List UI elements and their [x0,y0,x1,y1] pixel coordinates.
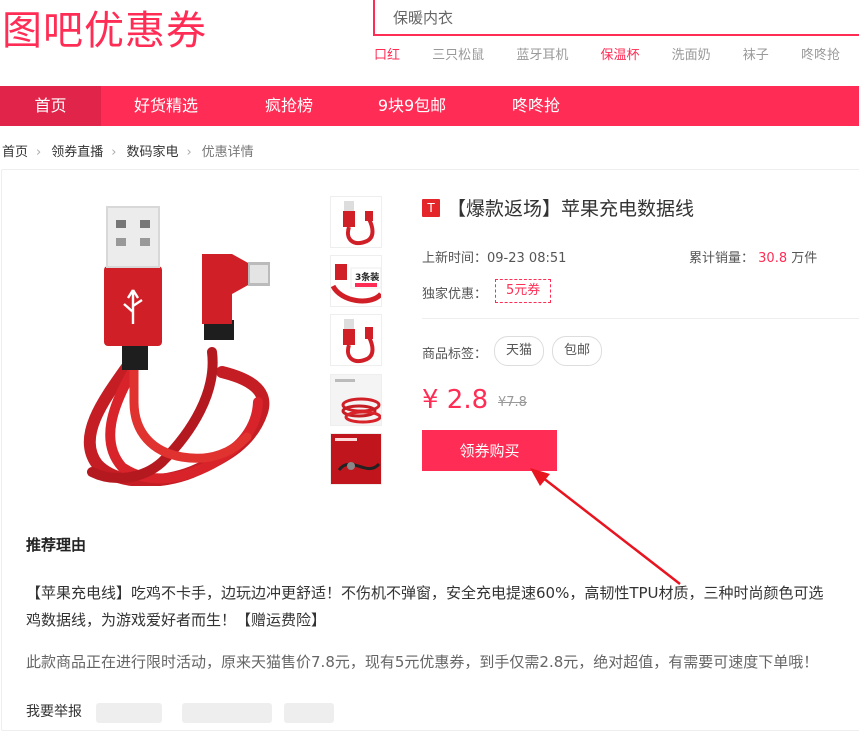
search-box[interactable] [373,0,859,36]
nav-curated[interactable]: 好货精选 [117,86,215,126]
nav-home[interactable]: 首页 [0,86,101,126]
breadcrumb-digital[interactable]: 数码家电 [126,145,178,160]
tag-tmall[interactable]: 天猫 [494,336,545,366]
hotword-dongdongqiang[interactable]: 咚咚抢 [801,44,840,63]
recommend-line-2: 鸡数据线，为游戏爱好者而生！【赠运费险】 [26,611,327,629]
original-price: ¥7.8 [498,395,527,410]
breadcrumb-current: 优惠详情 [201,145,254,160]
sales-value: 30.8 [758,251,788,266]
breadcrumb-home[interactable]: 首页 [2,145,28,160]
product-thumbnail[interactable]: 3条装 [330,255,382,307]
nav-hot-ranking[interactable]: 疯抢榜 [248,86,330,126]
exclusive-label: 独家优惠： [422,287,488,302]
hot-keywords: 口红 三只松鼠 蓝牙耳机 保温杯 洗面奶 袜子 咚咚抢 睡 [374,44,859,63]
current-price: ¥ 2.8 [422,385,489,415]
coupon-badge[interactable]: 5元券 [495,279,552,303]
sales-unit: 万件 [791,251,818,266]
chevron-right-icon: › [111,145,117,160]
sales-count: 累计销量： 30.8 万件 [689,247,817,266]
recommend-line-1: 【苹果充电线】吃鸡不卡手，边玩边冲更舒适！不伤机不弹窗，安全充电提速60%，高韧… [26,584,824,602]
listed-time-value: 09-23 08:51 [487,251,567,266]
report-label[interactable]: 我要举报 [26,701,82,721]
bottom-chip[interactable] [284,703,334,723]
breadcrumb: 首页 › 领券直播 › 数码家电 › 优惠详情 [2,141,254,160]
hotword-three-squirrels[interactable]: 三只松鼠 [432,44,484,63]
hotword-cleanser[interactable]: 洗面奶 [672,44,711,63]
product-main-image[interactable] [72,202,282,487]
divider [422,318,859,319]
listed-time-label: 上新时间： [422,251,488,266]
site-logo[interactable]: 图吧优惠券 [2,0,207,56]
nav-dongdongqiang[interactable]: 咚咚抢 [500,86,572,126]
product-thumbnail[interactable] [330,314,382,366]
bottom-chip[interactable] [182,703,272,723]
recommend-reason-title: 推荐理由 [26,536,87,554]
promotion-note: 此款商品正在进行限时活动，原来天猫售价7.8元，现有5元优惠券，到手仅需2.8元… [26,653,819,671]
bottom-chip[interactable] [96,703,162,723]
sales-label: 累计销量： [689,251,755,266]
hotword-lipstick[interactable]: 口红 [374,44,400,63]
product-thumbnail[interactable] [330,196,382,248]
thumb-promo-text: 3条装 [355,271,380,283]
breadcrumb-coupon-live[interactable]: 领券直播 [51,145,103,160]
hotword-thermos[interactable]: 保温杯 [600,44,639,63]
nav-9-9-free-shipping[interactable]: 9块9包邮 [364,86,460,126]
product-thumbnail[interactable] [330,433,382,485]
tags-label: 商品标签： [422,347,488,362]
tmall-badge: T [422,199,440,217]
chevron-right-icon: › [36,145,42,160]
recommend-reason-text: 【苹果充电线】吃鸡不卡手，边玩边冲更舒适！不伤机不弹窗，安全充电提速60%，高韧… [26,580,859,634]
listed-time: 上新时间：09-23 08:51 [422,247,566,266]
product-title: 【爆款返场】苹果充电数据线 [447,198,695,220]
product-thumbnail[interactable] [330,374,382,426]
main-nav: 首页 好货精选 疯抢榜 9块9包邮 咚咚抢 [0,86,859,126]
search-input[interactable] [393,8,793,26]
tag-free-shipping[interactable]: 包邮 [552,336,603,366]
annotation-arrow-icon [530,468,681,585]
hotword-bluetooth-earphones[interactable]: 蓝牙耳机 [516,44,568,63]
hotword-socks[interactable]: 袜子 [743,44,769,63]
chevron-right-icon: › [186,145,192,160]
